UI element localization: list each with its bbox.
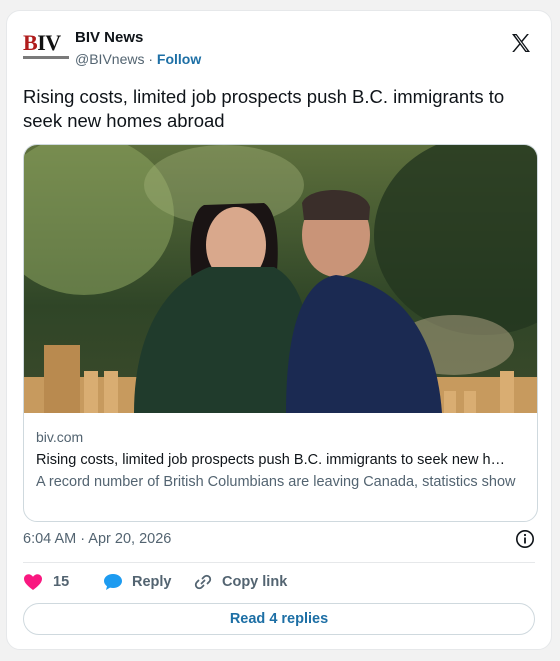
account-name[interactable]: BIV News (75, 29, 143, 46)
read-replies-button[interactable]: Read 4 replies (23, 603, 535, 635)
x-logo-icon[interactable] (509, 31, 533, 55)
follow-button[interactable]: Follow (157, 51, 201, 67)
tweet-text: Rising costs, limited job prospects push… (23, 86, 505, 131)
heart-icon (24, 574, 42, 590)
reply-bubble-icon (104, 574, 122, 590)
link-description: A record number of British Columbians ar… (36, 474, 516, 490)
reply-label: Reply (132, 574, 172, 590)
copy-link-label: Copy link (222, 574, 288, 590)
tweet-header: BIV BIV News @BIVnews · Follow (23, 25, 535, 71)
biv-logo-text: BIV (23, 30, 61, 55)
link-title[interactable]: Rising costs, limited job prospects push… (36, 450, 525, 470)
link-preview-card[interactable]: biv.com Rising costs, limited job prospe… (23, 144, 538, 522)
handle-row: @BIVnews · Follow (75, 51, 201, 67)
copy-link-button[interactable]: Copy link (193, 571, 303, 593)
link-domain: biv.com (36, 429, 84, 445)
like-button[interactable]: 15 (23, 571, 83, 593)
like-count: 15 (53, 574, 70, 590)
link-meta: biv.com Rising costs, limited job prospe… (36, 428, 525, 492)
reply-button[interactable]: Reply (103, 571, 193, 593)
info-icon[interactable] (515, 529, 535, 549)
tweet-timestamp[interactable]: 6:04 AM · Apr 20, 2026 (23, 531, 171, 547)
logo-tagline-line (23, 56, 69, 59)
divider (23, 562, 535, 563)
separator-dot: · (148, 51, 154, 67)
link-icon (194, 574, 212, 590)
biv-logo[interactable]: BIV (23, 31, 69, 71)
account-handle[interactable]: @BIVnews (75, 51, 144, 67)
tweet-card: BIV BIV News @BIVnews · Follow Rising co… (6, 10, 552, 650)
article-photo[interactable] (24, 145, 538, 413)
